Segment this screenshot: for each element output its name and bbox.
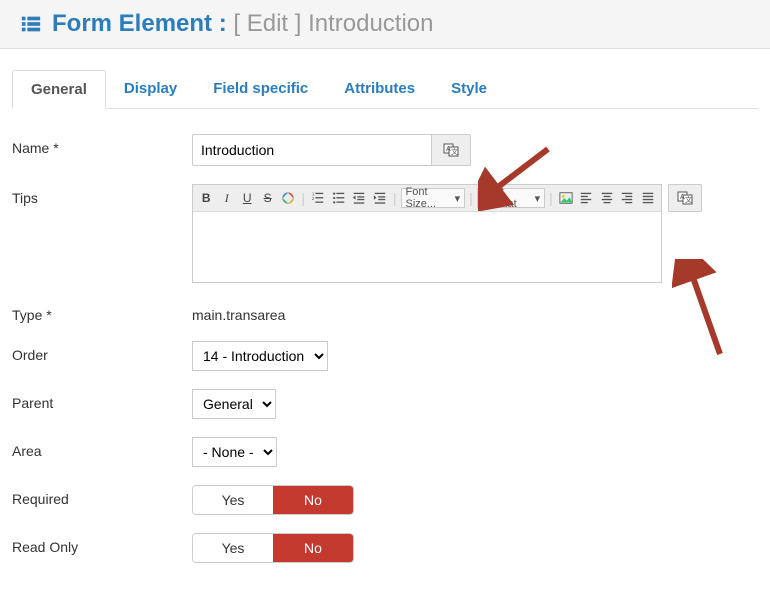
label-type: Type * xyxy=(12,301,192,323)
readonly-yes[interactable]: Yes xyxy=(193,534,273,562)
outdent-button[interactable] xyxy=(350,188,368,208)
label-order: Order xyxy=(12,341,192,363)
readonly-toggle[interactable]: Yes No xyxy=(192,533,354,563)
image-button[interactable] xyxy=(557,188,575,208)
parent-select[interactable]: General xyxy=(192,389,276,419)
svg-text:文: 文 xyxy=(685,195,692,204)
tips-translate-button[interactable]: A文 xyxy=(668,184,702,212)
underline-button[interactable]: U xyxy=(238,188,256,208)
title-prefix: Form Element : xyxy=(52,10,227,37)
translate-icon: A文 xyxy=(443,142,459,158)
title-name: Introduction xyxy=(308,10,433,37)
chevron-down-icon: ▾ xyxy=(455,192,461,205)
editor-toolbar: B I U S | 12 | Font Size...▾ xyxy=(193,185,661,212)
readonly-no[interactable]: No xyxy=(273,534,353,562)
required-no[interactable]: No xyxy=(273,486,353,514)
svg-text:2: 2 xyxy=(312,196,315,201)
strike-button[interactable]: S xyxy=(258,188,276,208)
required-toggle[interactable]: Yes No xyxy=(192,485,354,515)
label-area: Area xyxy=(12,437,192,459)
page-header: Form Element : [ Edit ] Introduction xyxy=(0,0,770,49)
annotation-arrow-icon xyxy=(672,259,742,369)
name-input[interactable] xyxy=(192,134,432,166)
tips-textarea[interactable] xyxy=(193,212,661,282)
tab-attributes[interactable]: Attributes xyxy=(326,70,433,109)
label-tips: Tips xyxy=(12,184,192,206)
align-center-button[interactable] xyxy=(598,188,616,208)
separator: | xyxy=(469,190,473,206)
label-parent: Parent xyxy=(12,389,192,411)
name-translate-button[interactable]: A文 xyxy=(431,134,471,166)
bold-button[interactable]: B xyxy=(197,188,215,208)
required-yes[interactable]: Yes xyxy=(193,486,273,514)
tab-field-specific[interactable]: Field specific xyxy=(195,70,326,109)
align-left-button[interactable] xyxy=(577,188,595,208)
area-select[interactable]: - None - xyxy=(192,437,277,467)
align-justify-button[interactable] xyxy=(639,188,657,208)
color-button[interactable] xyxy=(279,188,297,208)
tab-general[interactable]: General xyxy=(12,70,106,109)
ordered-list-button[interactable]: 12 xyxy=(309,188,327,208)
label-readonly: Read Only xyxy=(12,533,192,555)
separator: | xyxy=(301,190,305,206)
svg-text:文: 文 xyxy=(451,147,458,156)
indent-button[interactable] xyxy=(370,188,388,208)
italic-button[interactable]: I xyxy=(217,188,235,208)
translate-icon: A文 xyxy=(677,190,693,206)
separator: | xyxy=(393,190,397,206)
label-required: Required xyxy=(12,485,192,507)
label-name: Name * xyxy=(12,134,192,156)
tips-editor: B I U S | 12 | Font Size...▾ xyxy=(192,184,662,283)
tab-display[interactable]: Display xyxy=(106,70,195,109)
order-select[interactable]: 14 - Introduction xyxy=(192,341,328,371)
title-mode: [ Edit ] xyxy=(233,10,301,37)
align-right-button[interactable] xyxy=(618,188,636,208)
list-icon xyxy=(20,13,42,35)
font-size-select[interactable]: Font Size...▾ xyxy=(401,188,466,208)
type-value: main.transarea xyxy=(192,301,285,323)
page-title: Form Element : [ Edit ] Introduction xyxy=(52,10,434,38)
tabs: General Display Field specific Attribute… xyxy=(12,69,758,109)
unordered-list-button[interactable] xyxy=(329,188,347,208)
tab-style[interactable]: Style xyxy=(433,70,505,109)
annotation-arrow-icon xyxy=(478,141,558,211)
